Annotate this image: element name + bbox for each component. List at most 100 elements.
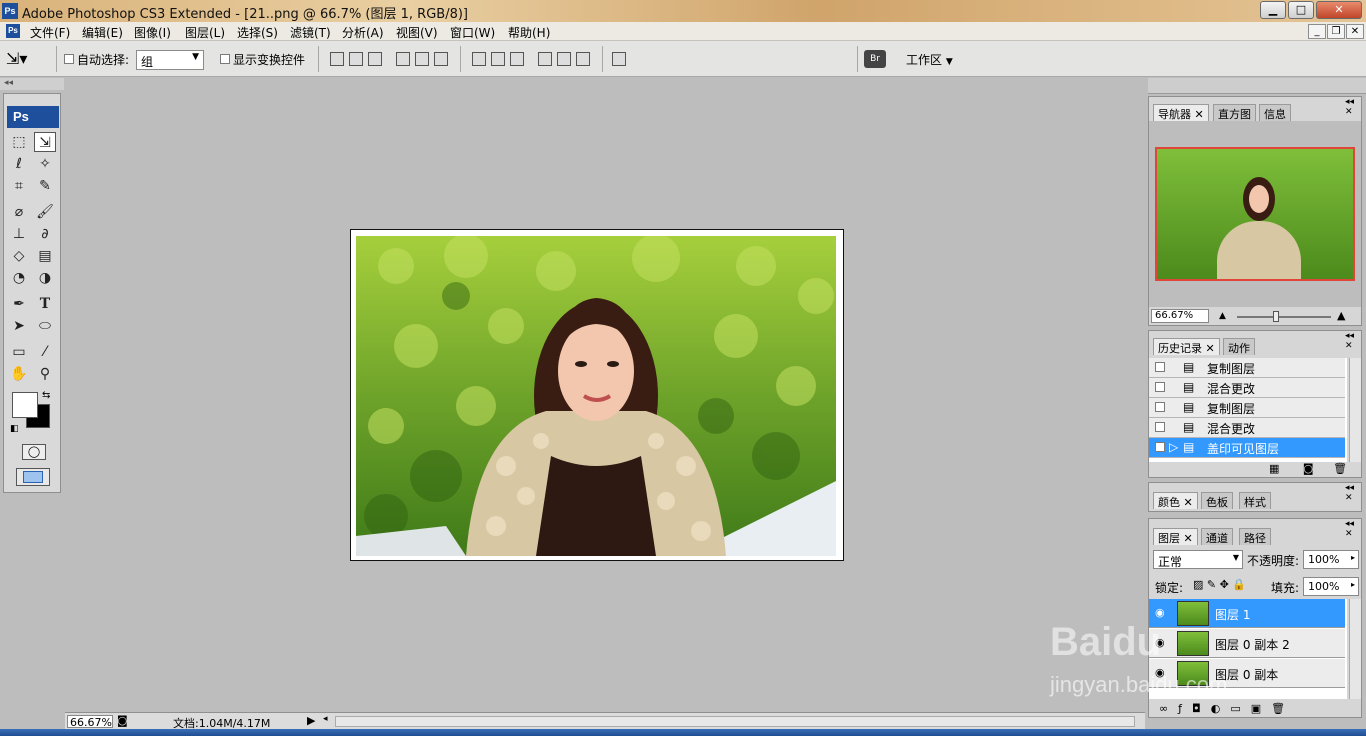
zoom-slider-handle[interactable] xyxy=(1273,311,1279,322)
doc-close-button[interactable]: ✕ xyxy=(1346,24,1364,39)
panel-menu-icon[interactable]: ◂◂ ✕ xyxy=(1345,331,1361,351)
menu-select[interactable]: 选择(S) xyxy=(237,24,278,41)
clone-stamp-icon[interactable]: ⊥ xyxy=(8,224,30,244)
align-bottom-icon[interactable] xyxy=(368,52,382,66)
navigator-preview[interactable] xyxy=(1149,121,1361,307)
close-button[interactable]: ✕ xyxy=(1316,1,1362,19)
magic-wand-icon[interactable]: ✧ xyxy=(34,154,56,174)
menu-filter[interactable]: 滤镜(T) xyxy=(290,24,331,41)
align-vcenter-icon[interactable] xyxy=(349,52,363,66)
document-canvas[interactable] xyxy=(350,229,844,561)
tab-actions[interactable]: 动作 xyxy=(1223,338,1255,355)
scroll-left-icon[interactable]: ◂ xyxy=(323,714,328,724)
layer-style-icon[interactable]: ƒ xyxy=(1178,702,1192,715)
zoom-in-icon[interactable]: ▲ xyxy=(1337,309,1345,322)
hand-tool-icon[interactable]: ✋ xyxy=(8,364,30,384)
tab-navigator[interactable]: 导航器 ✕ xyxy=(1153,104,1209,121)
eyedropper-icon[interactable]: ⁄ xyxy=(34,342,56,362)
visibility-eye-icon[interactable]: ◉ xyxy=(1155,606,1165,619)
align-left-icon[interactable] xyxy=(396,52,410,66)
marquee-tool-icon[interactable]: ⬚ xyxy=(8,132,30,152)
status-preview-icon[interactable]: ◙ xyxy=(117,714,128,727)
move-tool-icon[interactable]: ⇲ xyxy=(34,132,56,152)
history-item[interactable]: ▤ 混合更改 xyxy=(1149,378,1345,398)
layer-mask-icon[interactable]: ◘ xyxy=(1192,702,1211,715)
tab-swatches[interactable]: 色板 xyxy=(1201,492,1233,509)
align-right-icon[interactable] xyxy=(434,52,448,66)
distribute-top-icon[interactable] xyxy=(472,52,486,66)
blend-mode-select[interactable]: 正常 ▼ xyxy=(1153,550,1243,569)
bridge-icon[interactable]: Br xyxy=(864,50,886,68)
delete-state-icon[interactable]: 🗑 xyxy=(1333,462,1347,475)
doc-minimize-button[interactable]: _ xyxy=(1308,24,1326,39)
auto-align-icon[interactable] xyxy=(612,52,626,66)
zoom-tool-icon[interactable]: ⚲ xyxy=(34,364,56,384)
fill-field[interactable]: 100% ▸ xyxy=(1303,577,1359,596)
adjustment-layer-icon[interactable]: ◐ xyxy=(1211,702,1231,715)
maximize-button[interactable]: □ xyxy=(1288,1,1314,19)
tab-history[interactable]: 历史记录 ✕ xyxy=(1153,338,1220,355)
zoom-out-icon[interactable]: ▲ xyxy=(1219,311,1226,321)
healing-brush-icon[interactable]: ⌀ xyxy=(8,202,30,222)
brush-tool-icon[interactable]: 🖌 xyxy=(34,202,56,222)
distribute-vcenter-icon[interactable] xyxy=(491,52,505,66)
doc-restore-button[interactable]: ❐ xyxy=(1327,24,1345,39)
tab-info[interactable]: 信息 xyxy=(1259,104,1291,121)
layers-scrollbar[interactable] xyxy=(1349,599,1361,699)
navigator-view-box[interactable] xyxy=(1155,147,1355,281)
pen-tool-icon[interactable]: ✒ xyxy=(8,294,30,314)
slice-tool-icon[interactable]: ✎ xyxy=(34,176,56,196)
auto-select-checkbox[interactable] xyxy=(64,54,74,64)
align-top-icon[interactable] xyxy=(330,52,344,66)
dodge-tool-icon[interactable]: ◑ xyxy=(34,268,56,288)
lock-icons[interactable]: ▨ ✎ ✥ 🔒 xyxy=(1193,578,1246,591)
notes-tool-icon[interactable]: ▭ xyxy=(8,342,30,362)
menu-layer[interactable]: 图层(L) xyxy=(185,24,225,41)
crop-tool-icon[interactable]: ⌗ xyxy=(8,176,30,196)
history-item[interactable]: ▤ 复制图层 xyxy=(1149,398,1345,418)
toolbox-collapse-strip[interactable]: ◂◂ xyxy=(0,78,64,90)
align-hcenter-icon[interactable] xyxy=(415,52,429,66)
menu-image[interactable]: 图像(I) xyxy=(134,24,171,41)
zoom-slider-track[interactable] xyxy=(1237,316,1331,318)
panel-menu-icon[interactable]: ◂◂ ✕ xyxy=(1345,483,1361,503)
workspace-button[interactable]: 工作区 ▼ xyxy=(906,51,953,68)
new-snapshot-icon[interactable]: ◙ xyxy=(1303,462,1314,475)
tab-histogram[interactable]: 直方图 xyxy=(1213,104,1256,121)
layer-row[interactable]: ◉ 图层 0 副本 2 xyxy=(1149,629,1345,658)
show-transform-checkbox[interactable] xyxy=(220,54,230,64)
distribute-bottom-icon[interactable] xyxy=(510,52,524,66)
tab-channels[interactable]: 通道 xyxy=(1201,528,1233,545)
menu-help[interactable]: 帮助(H) xyxy=(508,24,550,41)
quick-mask-icon[interactable]: ◯ xyxy=(22,444,46,460)
history-item-selected[interactable]: ▷ ▤ 盖印可见图层 xyxy=(1149,438,1345,458)
swap-colors-icon[interactable]: ⇆ xyxy=(42,390,50,401)
layer-row-selected[interactable]: ◉ 图层 1 xyxy=(1149,599,1345,628)
menu-analysis[interactable]: 分析(A) xyxy=(342,24,384,41)
auto-select-dropdown[interactable]: 组 ▼ xyxy=(136,50,204,70)
gradient-tool-icon[interactable]: ▤ xyxy=(34,246,56,266)
panel-menu-icon[interactable]: ◂◂ ✕ xyxy=(1345,97,1361,117)
distribute-left-icon[interactable] xyxy=(538,52,552,66)
delete-layer-icon[interactable]: 🗑 xyxy=(1271,702,1295,715)
blur-tool-icon[interactable]: ◔ xyxy=(8,268,30,288)
menu-file[interactable]: 文件(F) xyxy=(30,24,70,41)
lasso-tool-icon[interactable]: ℓ xyxy=(8,154,30,174)
status-zoom[interactable]: 66.67% xyxy=(67,715,113,729)
tab-layers[interactable]: 图层 ✕ xyxy=(1153,528,1198,545)
tab-color[interactable]: 颜色 ✕ xyxy=(1153,492,1198,509)
move-tool-preset-icon[interactable]: ⇲▾ xyxy=(6,49,27,68)
panel-dock-header[interactable] xyxy=(1148,78,1366,94)
screen-mode-icon[interactable] xyxy=(16,468,50,486)
distribute-hcenter-icon[interactable] xyxy=(557,52,571,66)
history-item[interactable]: ▤ 混合更改 xyxy=(1149,418,1345,438)
ellipse-tool-icon[interactable]: ⬭ xyxy=(34,316,56,336)
opacity-field[interactable]: 100% ▸ xyxy=(1303,550,1359,569)
tab-paths[interactable]: 路径 xyxy=(1239,528,1271,545)
horizontal-scrollbar[interactable] xyxy=(335,716,1135,727)
tab-styles[interactable]: 样式 xyxy=(1239,492,1271,509)
new-layer-icon[interactable]: ▣ xyxy=(1251,702,1271,715)
history-scrollbar[interactable] xyxy=(1349,358,1361,462)
status-menu-arrow-icon[interactable]: ▶ xyxy=(307,714,315,727)
default-colors-icon[interactable]: ◧ xyxy=(10,424,19,434)
